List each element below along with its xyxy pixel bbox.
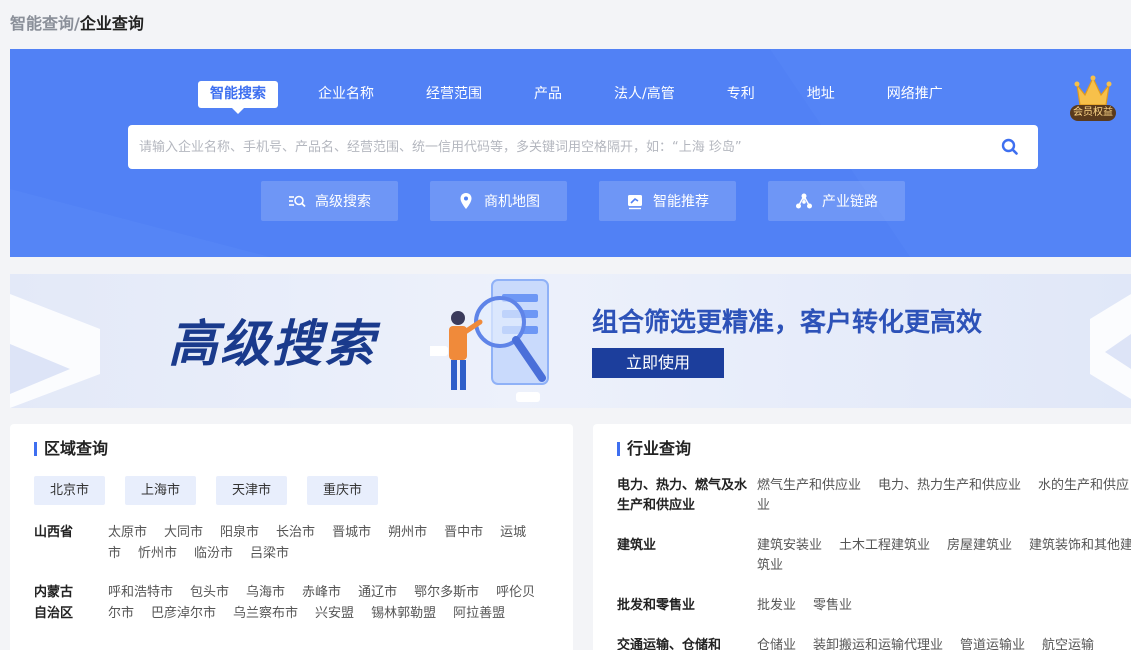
city-link[interactable]: 乌兰察布市 bbox=[233, 606, 298, 621]
city-link[interactable]: 朔州市 bbox=[388, 525, 427, 540]
industry-sub-link[interactable]: 房屋建筑业 bbox=[947, 538, 1012, 553]
smart-recommend-label: 智能推荐 bbox=[653, 194, 709, 210]
industry-chain-button[interactable]: 产业链路 bbox=[768, 181, 905, 221]
industry-sub-link[interactable]: 建筑安装业 bbox=[757, 538, 822, 553]
breadcrumb-root-link[interactable]: 智能查询 bbox=[10, 14, 74, 33]
banner-title: 高级搜索 bbox=[168, 315, 376, 373]
municipality-tag[interactable]: 天津市 bbox=[216, 476, 287, 505]
industry-query-title: 行业查询 bbox=[617, 440, 691, 458]
breadcrumb-current: 企业查询 bbox=[79, 14, 144, 33]
city-link[interactable]: 长治市 bbox=[276, 525, 315, 540]
industry-chain-label: 产业链路 bbox=[822, 194, 878, 210]
city-link[interactable]: 临汾市 bbox=[194, 546, 233, 561]
city-link[interactable]: 赤峰市 bbox=[302, 585, 341, 600]
tab-smart-search[interactable]: 智能搜索 bbox=[198, 81, 278, 114]
region-query-panel: 区域查询 北京市 上海市 天津市 重庆市 山西省 太原市 大同市 阳泉市 长治市 晋城市… bbox=[10, 424, 573, 650]
industry-sub-link[interactable]: 零售业 bbox=[813, 598, 852, 613]
industry-row: 批发和零售业 批发业 零售业 bbox=[617, 596, 1131, 616]
industry-sub-link[interactable]: 航空运输 bbox=[1042, 638, 1094, 650]
advanced-search-icon bbox=[288, 192, 306, 210]
breadcrumb: 智能查询/企业查询 bbox=[10, 10, 144, 34]
city-link[interactable]: 呼和浩特市 bbox=[108, 585, 173, 600]
magnifier-illustration-icon bbox=[430, 279, 549, 402]
industry-sub-list: 批发业 零售业 bbox=[757, 596, 1131, 616]
search-box bbox=[128, 125, 1038, 169]
tab-company-name[interactable]: 企业名称 bbox=[306, 81, 386, 108]
municipality-tags: 北京市 上海市 天津市 重庆市 bbox=[34, 476, 398, 505]
tab-business-scope[interactable]: 经营范围 bbox=[414, 81, 494, 108]
city-link[interactable]: 锡林郭勒盟 bbox=[371, 606, 436, 621]
map-pin-icon bbox=[457, 192, 475, 210]
industry-sub-link[interactable]: 装卸搬运和运输代理业 bbox=[813, 638, 943, 650]
smart-recommend-button[interactable]: 智能推荐 bbox=[599, 181, 736, 221]
tab-online-promotion[interactable]: 网络推广 bbox=[875, 81, 955, 108]
industry-row: 交通运输、仓储和 仓储业 装卸搬运和运输代理业 管道运输业 航空运输 bbox=[617, 636, 1131, 650]
city-link[interactable]: 大同市 bbox=[164, 525, 203, 540]
province-name[interactable]: 内蒙古自治区 bbox=[34, 582, 84, 624]
city-link[interactable]: 晋城市 bbox=[332, 525, 371, 540]
quick-actions: 高级搜索 商机地图 智能推荐 产业链路 bbox=[261, 181, 937, 221]
chain-icon bbox=[795, 192, 813, 210]
search-type-tabs: 智能搜索 企业名称 经营范围 产品 法人/高管 专利 地址 网络推广 bbox=[198, 81, 983, 114]
industry-sub-link[interactable]: 管道运输业 bbox=[960, 638, 1025, 650]
advanced-search-label: 高级搜索 bbox=[315, 194, 371, 210]
city-link[interactable]: 忻州市 bbox=[138, 546, 177, 561]
industry-sub-list: 仓储业 装卸搬运和运输代理业 管道运输业 航空运输 bbox=[757, 636, 1131, 650]
industry-category[interactable]: 建筑业 bbox=[617, 536, 757, 576]
province-name[interactable]: 山西省 bbox=[34, 522, 108, 564]
industry-sub-list: 燃气生产和供应业 电力、热力生产和供应业 水的生产和供应业 bbox=[757, 476, 1131, 516]
vip-label: 会员权益 bbox=[1070, 105, 1116, 121]
opportunity-map-button[interactable]: 商机地图 bbox=[430, 181, 567, 221]
search-hero: 智能搜索 企业名称 经营范围 产品 法人/高管 专利 地址 网络推广 会员权益 … bbox=[10, 49, 1131, 257]
industry-query-panel: 行业查询 电力、热力、燃气及水生产和供应业 燃气生产和供应业 电力、热力生产和供应… bbox=[593, 424, 1131, 650]
city-link[interactable]: 兴安盟 bbox=[315, 606, 354, 621]
industry-sub-link[interactable]: 电力、热力生产和供应业 bbox=[878, 478, 1021, 493]
city-link[interactable]: 乌海市 bbox=[246, 585, 285, 600]
province-row: 内蒙古自治区 呼和浩特市 包头市 乌海市 赤峰市 通辽市 鄂尔多斯市 呼伦贝尔市 巴彦淖尔市乌… bbox=[34, 582, 554, 624]
recommend-icon bbox=[626, 192, 644, 210]
city-link[interactable]: 阿拉善盟 bbox=[453, 606, 505, 621]
search-input[interactable] bbox=[128, 125, 988, 169]
industry-category[interactable]: 电力、热力、燃气及水生产和供应业 bbox=[617, 476, 757, 516]
industry-sub-list: 建筑安装业 土木工程建筑业 房屋建筑业 建筑装饰和其他建筑业 bbox=[757, 536, 1131, 576]
city-link[interactable]: 鄂尔多斯市 bbox=[414, 585, 479, 600]
industry-row: 电力、热力、燃气及水生产和供应业 燃气生产和供应业 电力、热力生产和供应业 水的生产… bbox=[617, 476, 1131, 516]
opportunity-map-label: 商机地图 bbox=[484, 194, 540, 210]
advanced-search-button[interactable]: 高级搜索 bbox=[261, 181, 398, 221]
municipality-tag[interactable]: 北京市 bbox=[34, 476, 105, 505]
banner-slogan: 组合筛选更精准，客户转化更高效 bbox=[592, 308, 983, 338]
city-list: 太原市 大同市 阳泉市 长治市 晋城市 朔州市 晋中市 运城市 忻州市 临汾市 吕梁市 bbox=[108, 522, 542, 564]
municipality-tag[interactable]: 上海市 bbox=[125, 476, 196, 505]
industry-category[interactable]: 批发和零售业 bbox=[617, 596, 757, 616]
industry-sub-link[interactable]: 批发业 bbox=[757, 598, 796, 613]
industry-category[interactable]: 交通运输、仓储和 bbox=[617, 636, 757, 650]
tab-patent[interactable]: 专利 bbox=[715, 81, 767, 108]
city-link[interactable]: 包头市 bbox=[190, 585, 229, 600]
search-icon[interactable] bbox=[1000, 137, 1020, 157]
tab-product[interactable]: 产品 bbox=[522, 81, 574, 108]
industry-sub-link[interactable]: 仓储业 bbox=[757, 638, 796, 650]
province-row: 山西省 太原市 大同市 阳泉市 长治市 晋城市 朔州市 晋中市 运城市 忻州市 临汾市 吕梁市 bbox=[34, 522, 554, 564]
crown-icon bbox=[1074, 75, 1112, 106]
municipality-tag[interactable]: 重庆市 bbox=[307, 476, 378, 505]
region-query-title: 区域查询 bbox=[34, 440, 108, 458]
city-link[interactable]: 太原市 bbox=[108, 525, 147, 540]
city-link[interactable]: 巴彦淖尔市 bbox=[151, 606, 216, 621]
tab-address[interactable]: 地址 bbox=[795, 81, 847, 108]
tab-legal-person[interactable]: 法人/高管 bbox=[602, 81, 687, 108]
city-link[interactable]: 通辽市 bbox=[358, 585, 397, 600]
city-list: 呼和浩特市 包头市 乌海市 赤峰市 通辽市 鄂尔多斯市 呼伦贝尔市 巴彦淖尔市 乌兰察布市 兴安盟… bbox=[108, 582, 542, 624]
advanced-search-banner[interactable]: 高级搜索 组合筛选更精准，客户转化更高效 立即使用 bbox=[10, 274, 1131, 408]
vip-benefits-button[interactable]: 会员权益 bbox=[1070, 75, 1116, 121]
city-link[interactable]: 吕梁市 bbox=[250, 546, 289, 561]
industry-sub-link[interactable]: 土木工程建筑业 bbox=[839, 538, 930, 553]
industry-row: 建筑业 建筑安装业 土木工程建筑业 房屋建筑业 建筑装饰和其他建筑业 bbox=[617, 536, 1131, 576]
city-link[interactable]: 晋中市 bbox=[444, 525, 483, 540]
industry-sub-link[interactable]: 燃气生产和供应业 bbox=[757, 478, 861, 493]
banner-try-now-button[interactable]: 立即使用 bbox=[592, 348, 724, 378]
city-link[interactable]: 阳泉市 bbox=[220, 525, 259, 540]
